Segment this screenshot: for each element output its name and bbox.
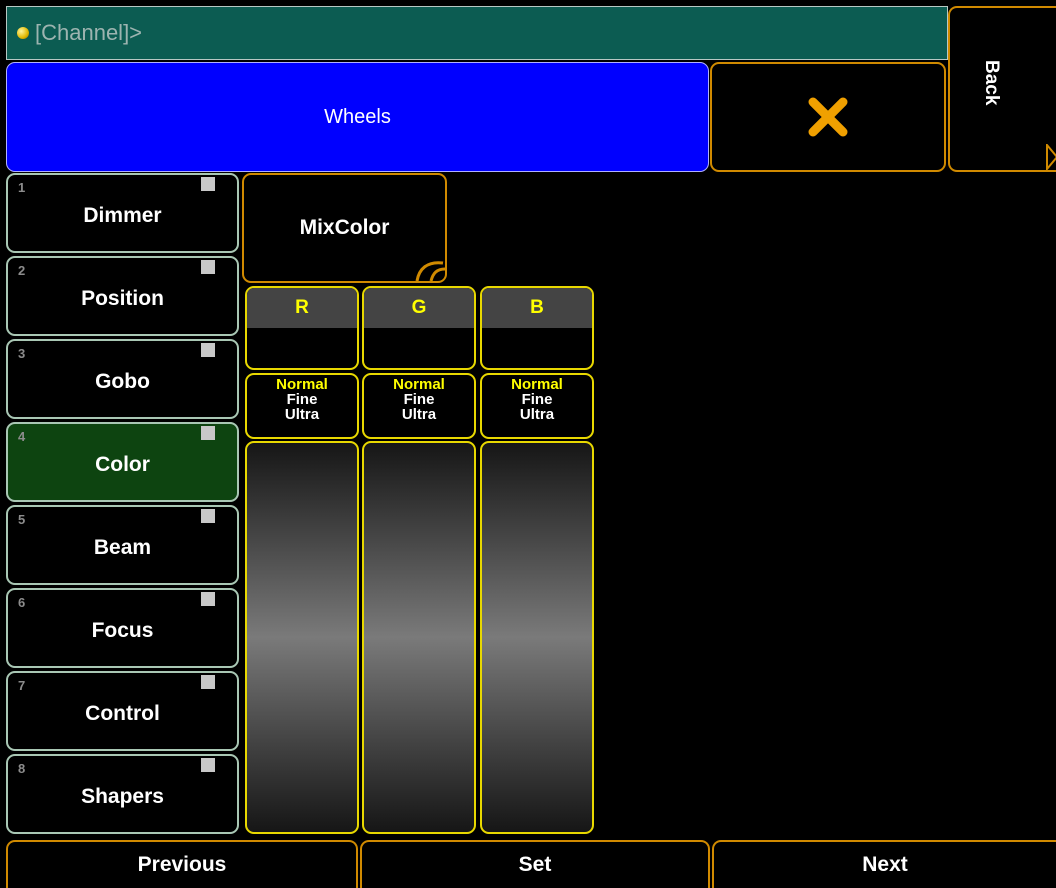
channel-header-r[interactable]: R (245, 286, 359, 370)
resolution-selector-b[interactable]: Normal Fine Ultra (480, 373, 594, 439)
preset-type-number: 5 (18, 512, 26, 527)
resolution-ultra: Ultra (401, 406, 437, 423)
resolution-normal: Normal (511, 376, 563, 393)
preset-type-label: Dimmer (83, 204, 162, 227)
resolution-selector-r[interactable]: Normal Fine Ultra (245, 373, 359, 439)
preset-type-label: Beam (93, 536, 152, 559)
command-line-text: [Channel]> (35, 20, 143, 45)
next-button[interactable]: Next (712, 840, 1056, 888)
square-indicator-icon (201, 758, 215, 772)
square-indicator-icon (201, 509, 215, 523)
window-title: Wheels (6, 62, 709, 172)
resolution-fine: Fine (286, 391, 318, 408)
triangle-right-icon (1046, 144, 1056, 170)
feature-tab-mixcolor[interactable]: MixColor (242, 173, 447, 283)
preset-type-control[interactable]: 7 Control (6, 671, 239, 751)
preset-type-beam[interactable]: 5 Beam (6, 505, 239, 585)
preset-type-shapers[interactable]: 8 Shapers (6, 754, 239, 834)
channel-label: B (482, 288, 592, 328)
preset-type-number: 4 (18, 429, 26, 444)
tab-curl-icon (415, 261, 446, 282)
square-indicator-icon (201, 260, 215, 274)
preset-type-color[interactable]: 4 Color (6, 422, 239, 502)
preset-type-number: 1 (18, 180, 26, 195)
close-button[interactable] (710, 62, 946, 172)
command-line[interactable]: [Channel]> (6, 6, 948, 60)
back-label: Back (981, 60, 1002, 106)
fader-b[interactable] (480, 441, 594, 834)
back-button[interactable]: Back (948, 6, 1056, 172)
preset-type-gobo[interactable]: 3 Gobo (6, 339, 239, 419)
resolution-normal: Normal (393, 376, 445, 393)
resolution-selector-g[interactable]: Normal Fine Ultra (362, 373, 476, 439)
resolution-normal: Normal (276, 376, 328, 393)
square-indicator-icon (201, 426, 215, 440)
preset-type-number: 7 (18, 678, 26, 693)
resolution-ultra: Ultra (284, 406, 320, 423)
resolution-fine: Fine (403, 391, 435, 408)
fader-g[interactable] (362, 441, 476, 834)
channel-label: R (247, 288, 357, 328)
square-indicator-icon (201, 675, 215, 689)
previous-button[interactable]: Previous (6, 840, 358, 888)
preset-type-number: 2 (18, 263, 26, 278)
status-led-icon (17, 27, 29, 39)
preset-type-label: Focus (91, 619, 154, 642)
resolution-ultra: Ultra (519, 406, 555, 423)
preset-type-label: Gobo (95, 370, 150, 393)
close-icon (808, 97, 848, 137)
fader-r[interactable] (245, 441, 359, 834)
preset-type-dimmer[interactable]: 1 Dimmer (6, 173, 239, 253)
preset-type-number: 3 (18, 346, 26, 361)
preset-type-number: 6 (18, 595, 26, 610)
preset-type-label: Control (85, 702, 160, 725)
preset-type-number: 8 (18, 761, 26, 776)
channel-header-b[interactable]: B (480, 286, 594, 370)
preset-type-label: Position (81, 287, 164, 310)
resolution-fine: Fine (521, 391, 553, 408)
set-button[interactable]: Set (360, 840, 710, 888)
channel-label: G (364, 288, 474, 328)
preset-type-label: Color (95, 453, 150, 476)
square-indicator-icon (201, 592, 215, 606)
feature-tab-label: MixColor (299, 216, 390, 239)
preset-type-position[interactable]: 2 Position (6, 256, 239, 336)
channel-header-g[interactable]: G (362, 286, 476, 370)
square-indicator-icon (201, 343, 215, 357)
preset-type-label: Shapers (81, 785, 164, 808)
square-indicator-icon (201, 177, 215, 191)
preset-type-focus[interactable]: 6 Focus (6, 588, 239, 668)
